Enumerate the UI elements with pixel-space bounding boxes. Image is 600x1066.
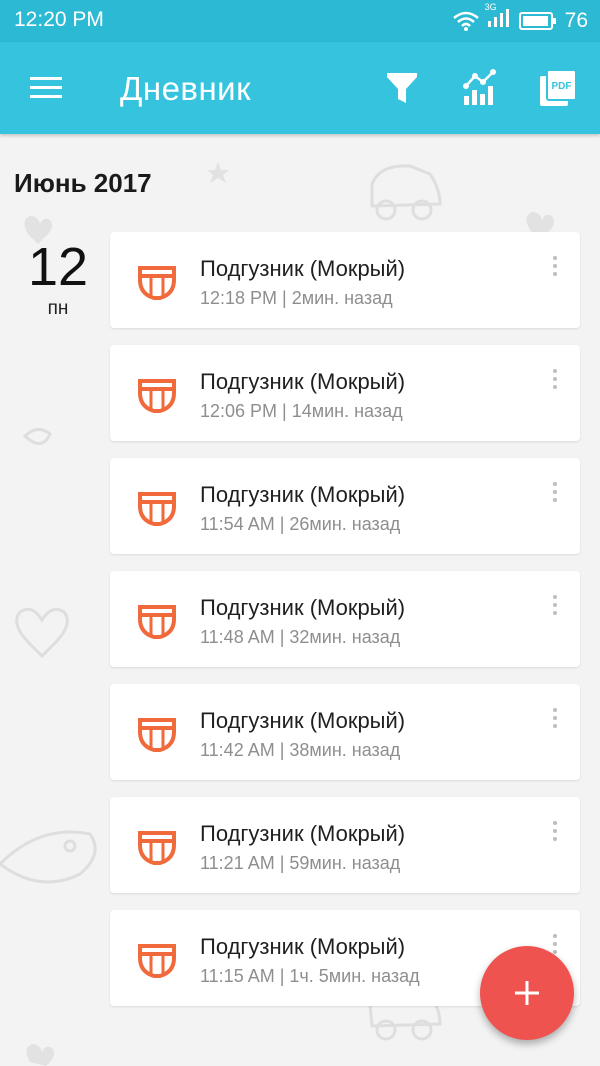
diaper-icon: [138, 831, 176, 865]
entry-card[interactable]: Подгузник (Мокрый) 11:21 AM | 59мин. наз…: [110, 797, 580, 893]
filter-icon: [387, 73, 417, 103]
status-bar: 12:20 PM 3G 76: [0, 0, 600, 42]
entry-time: 12:18 PM | 2мин. назад: [200, 288, 393, 308]
statistics-button[interactable]: [460, 68, 500, 108]
entry-card[interactable]: Подгузник (Мокрый) 11:54 AM | 26мин. наз…: [110, 458, 580, 554]
entry-title: Подгузник (Мокрый): [200, 821, 406, 846]
day-block: 12 пн: [22, 240, 94, 320]
entry-title: Подгузник (Мокрый): [200, 934, 406, 959]
diaper-icon: [138, 266, 176, 300]
filter-button[interactable]: [382, 68, 422, 108]
status-time: 12:20 PM: [14, 8, 104, 31]
more-options-icon[interactable]: [550, 821, 560, 845]
entry-title: Подгузник (Мокрый): [200, 482, 406, 507]
entry-title: Подгузник (Мокрый): [200, 369, 406, 394]
app-bar: Дневник PDF: [0, 42, 600, 134]
battery-icon: [518, 12, 556, 30]
entry-time: 11:21 AM | 59мин. назад: [200, 853, 401, 873]
battery-level: 76: [564, 9, 588, 32]
entry-title: Подгузник (Мокрый): [200, 708, 406, 733]
entry-card[interactable]: Подгузник (Мокрый) 12:06 PM | 14мин. наз…: [110, 345, 580, 441]
entry-title: Подгузник (Мокрый): [200, 256, 406, 281]
day-name: пн: [47, 298, 69, 319]
more-options-icon[interactable]: [550, 708, 560, 732]
diaper-icon: [138, 379, 176, 413]
menu-icon: [30, 77, 62, 98]
entry-card[interactable]: Подгузник (Мокрый) 12:18 PM | 2мин. наза…: [110, 232, 580, 328]
signal-indicator: 3G: [485, 2, 511, 34]
entry-card[interactable]: Подгузник (Мокрый) 11:48 AM | 32мин. наз…: [110, 571, 580, 667]
month-header: Июнь 2017: [14, 168, 152, 198]
chart-icon: [463, 69, 496, 105]
entry-time: 11:48 AM | 32мин. назад: [200, 627, 401, 647]
add-entry-button[interactable]: [480, 946, 574, 1040]
more-options-icon[interactable]: [550, 595, 560, 619]
plus-icon: [515, 981, 539, 1005]
entry-time: 12:06 PM | 14мин. назад: [200, 401, 403, 421]
entry-title: Подгузник (Мокрый): [200, 595, 406, 620]
entry-card[interactable]: Подгузник (Мокрый) 11:42 AM | 38мин. наз…: [110, 684, 580, 780]
diaper-icon: [138, 605, 176, 639]
entry-time: 11:15 AM | 1ч. 5мин. назад: [200, 966, 420, 986]
status-indicators: 3G 76: [452, 2, 588, 34]
day-number: 12: [27, 237, 89, 297]
pdf-icon: PDF: [540, 69, 577, 106]
network-type: 3G: [484, 2, 497, 12]
page-title: Дневник: [120, 70, 252, 107]
diaper-icon: [138, 718, 176, 752]
wifi-icon: [452, 11, 479, 31]
more-options-icon[interactable]: [550, 256, 560, 280]
more-options-icon[interactable]: [550, 482, 560, 506]
menu-button[interactable]: [26, 70, 68, 106]
more-options-icon[interactable]: [550, 369, 560, 393]
diaper-icon: [138, 944, 176, 978]
pdf-icon-label: PDF: [552, 81, 572, 92]
entry-time: 11:42 AM | 38мин. назад: [200, 740, 401, 760]
pdf-export-button[interactable]: PDF: [538, 68, 578, 108]
entry-time: 11:54 AM | 26мин. назад: [200, 514, 401, 534]
diaper-icon: [138, 492, 176, 526]
